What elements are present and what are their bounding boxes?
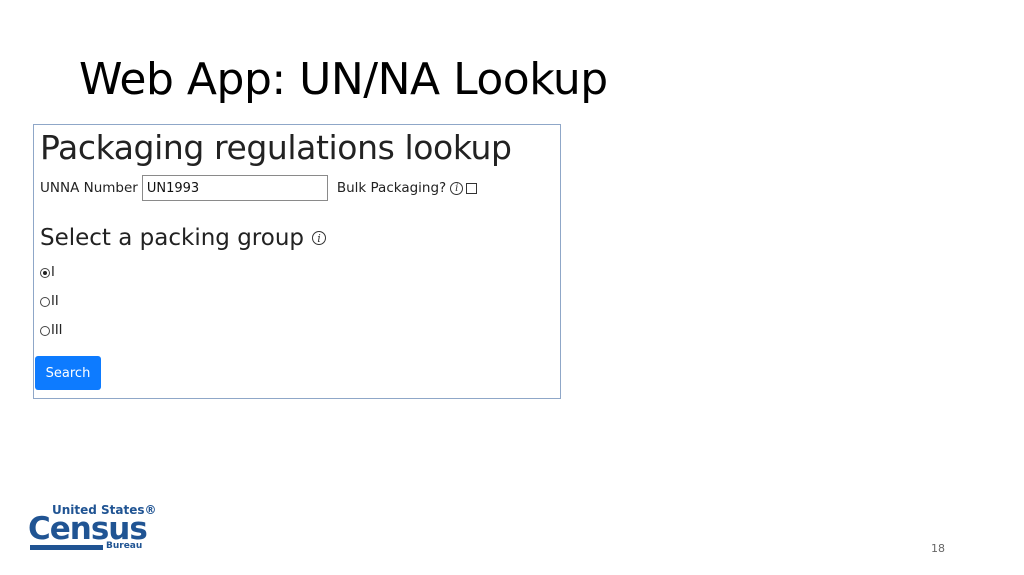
bulk-packaging-label: Bulk Packaging? (336, 180, 447, 196)
radio-label: I (51, 265, 55, 280)
radio-label: II (51, 294, 59, 309)
packing-group-heading: Select a packing group i (40, 225, 327, 251)
slide-title: Web App: UN/NA Lookup (79, 54, 608, 105)
logo-line-3: Bureau (106, 541, 143, 551)
info-icon[interactable]: i (450, 181, 464, 195)
app-screenshot: Packaging regulations lookup UNNA Number… (33, 124, 561, 399)
packing-group-heading-text: Select a packing group (40, 225, 305, 251)
logo-underline (30, 545, 103, 550)
info-icon[interactable]: i (312, 231, 327, 245)
radio-label: III (51, 323, 63, 338)
unna-label: UNNA Number (40, 180, 138, 196)
packing-group-option[interactable]: I (40, 265, 55, 280)
unna-row: UNNA Number Bulk Packaging? i (40, 174, 478, 202)
radio-button[interactable] (40, 325, 50, 336)
radio-button[interactable] (40, 296, 50, 307)
unna-number-input[interactable] (141, 175, 328, 201)
packing-group-option[interactable]: III (40, 323, 63, 338)
packing-group-option[interactable]: II (40, 294, 59, 309)
app-heading: Packaging regulations lookup (40, 128, 512, 167)
page-number: 18 (931, 542, 945, 555)
census-bureau-logo: United States® Census Bureau (28, 503, 157, 555)
radio-button[interactable] (40, 267, 50, 278)
search-button[interactable]: Search (35, 356, 101, 390)
bulk-packaging-checkbox[interactable] (466, 182, 478, 194)
